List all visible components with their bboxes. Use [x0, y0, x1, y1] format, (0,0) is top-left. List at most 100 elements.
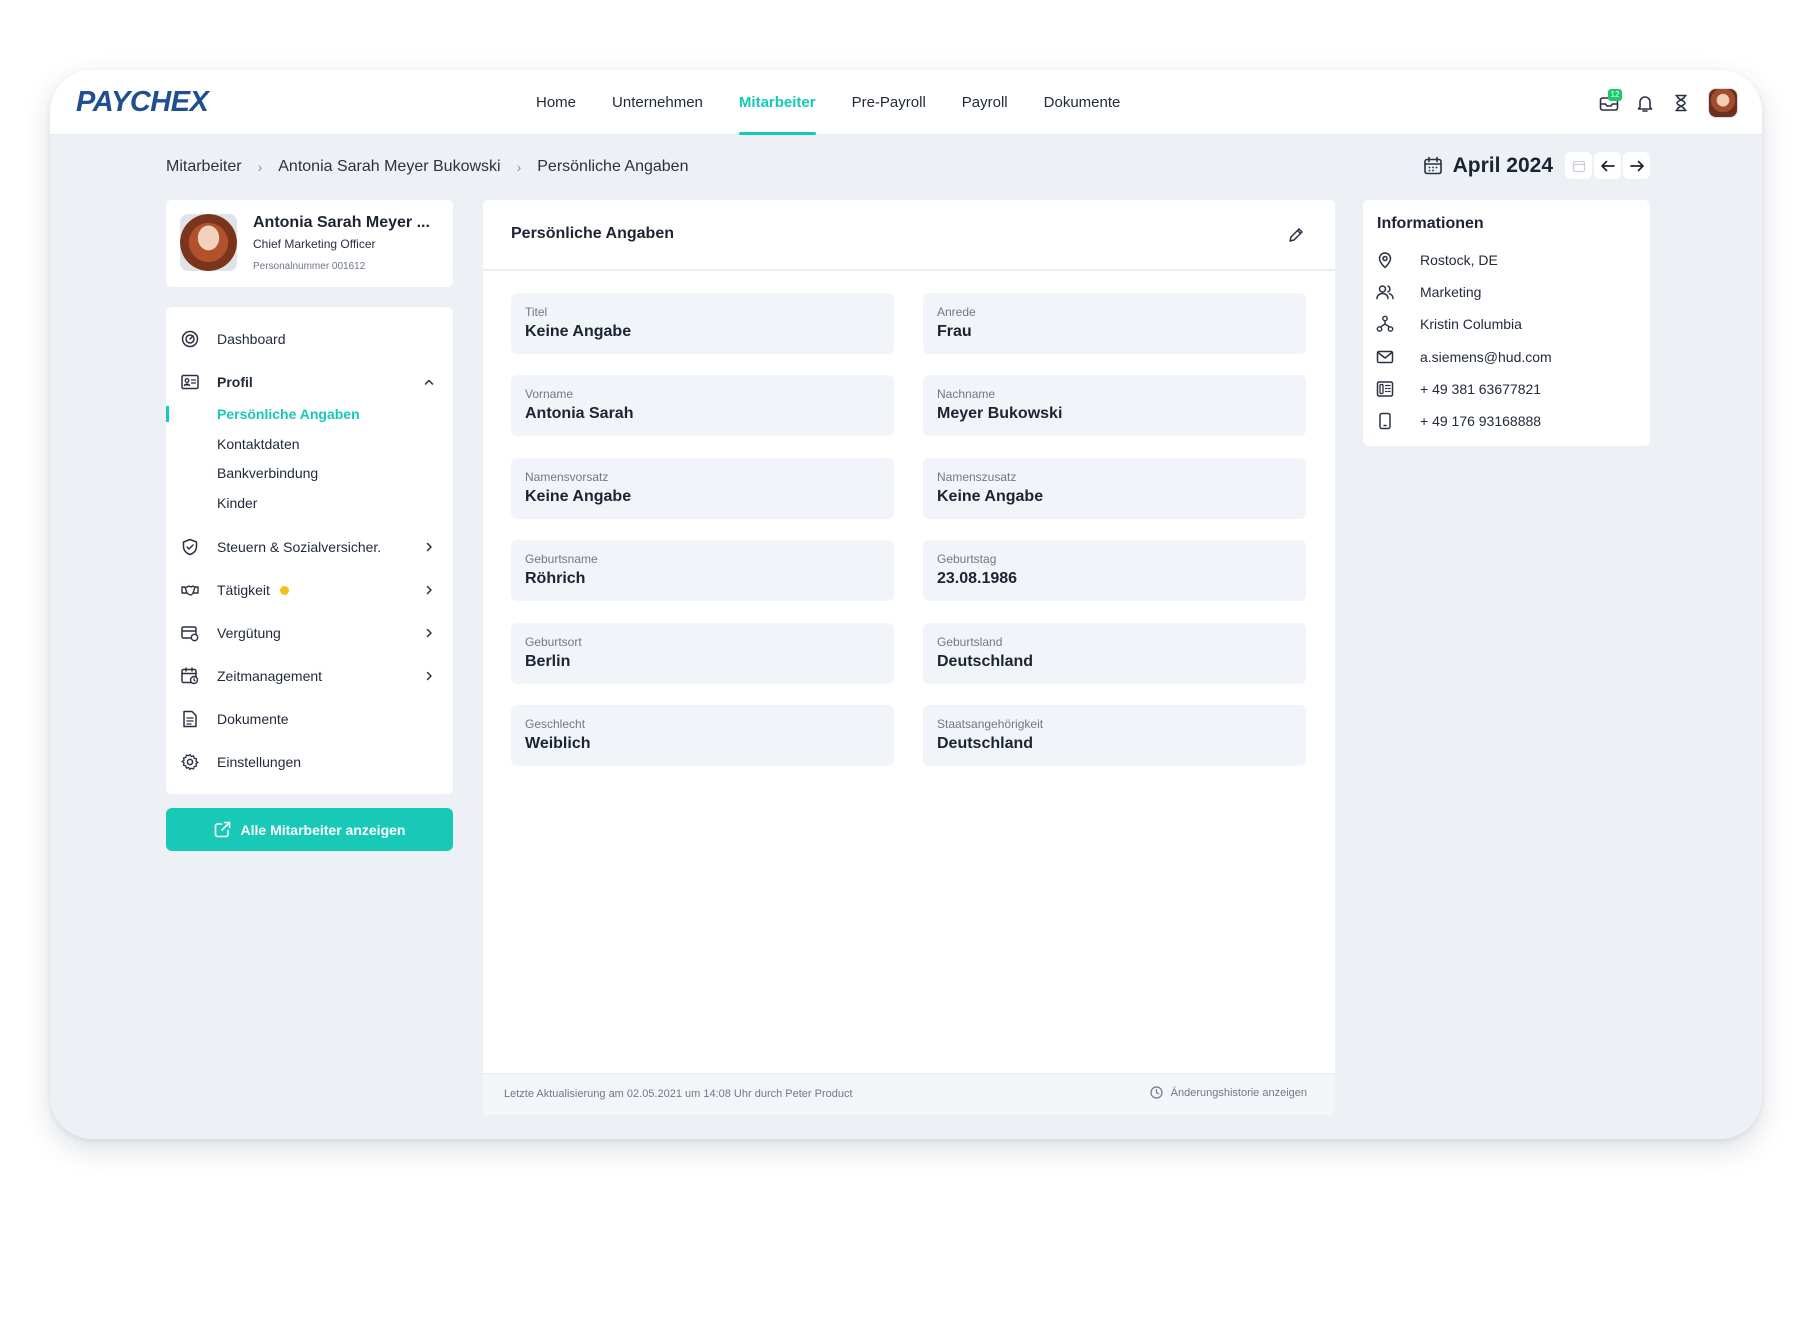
inbox-button[interactable]: 12 [1592, 86, 1626, 120]
field-label: Anrede [937, 305, 976, 319]
info-text: + 49 381 63677821 [1420, 381, 1542, 397]
inbox-badge: 12 [1608, 89, 1622, 101]
paychex-logo[interactable]: PAYCHEX [76, 86, 209, 119]
field-namenszusatz[interactable]: Namenszusatz Keine Angabe [923, 458, 1306, 519]
nav-home[interactable]: Home [536, 70, 576, 135]
bell-icon [1637, 95, 1653, 112]
info-row-email[interactable]: a.siemens@hud.com [1363, 345, 1650, 369]
edit-button[interactable] [1285, 224, 1307, 246]
field-label: Geschlecht [525, 717, 586, 731]
field-geburtsort[interactable]: Geburtsort Berlin [511, 623, 894, 684]
info-row-department: Marketing [1363, 280, 1650, 304]
sidebar-subitem-kontaktdaten[interactable]: Kontaktdaten [166, 432, 453, 456]
calendar-small-icon [1572, 160, 1585, 172]
period-next-button[interactable] [1623, 152, 1650, 179]
sidebar-item-steuern[interactable]: Steuern & Sozialversicher. [166, 531, 453, 563]
notifications-button[interactable] [1628, 86, 1662, 120]
sidebar-item-verguetung[interactable]: Vergütung [166, 617, 453, 649]
field-label: Namenszusatz [937, 470, 1017, 484]
info-row-phone[interactable]: + 49 381 63677821 [1363, 377, 1650, 401]
field-geschlecht[interactable]: Geschlecht Weiblich [511, 705, 894, 766]
sidebar-subitem-label: Kontaktdaten [217, 436, 300, 452]
sidebar-item-profil[interactable]: Profil [166, 366, 453, 398]
show-all-employees-button[interactable]: Alle Mitarbeiter anzeigen [166, 808, 453, 851]
period-calendar-button[interactable] [1565, 152, 1592, 179]
period-previous-button[interactable] [1594, 152, 1621, 179]
pencil-icon [1289, 228, 1303, 242]
mail-icon [1376, 350, 1394, 364]
field-vorname[interactable]: Vorname Antonia Sarah [511, 375, 894, 436]
employee-sidebar-menu: Dashboard Profil Persönliche Angaben Kon… [166, 307, 453, 794]
nav-payroll[interactable]: Payroll [962, 70, 1008, 135]
nav-dokumente[interactable]: Dokumente [1044, 70, 1121, 135]
period-selector: April 2024 [1423, 152, 1650, 179]
personal-details-card: Persönliche Angaben Titel Keine Angabe A… [483, 200, 1335, 1115]
info-row-mobile[interactable]: + 49 176 93168888 [1363, 409, 1650, 433]
field-value: Weiblich [525, 735, 591, 752]
payment-icon [181, 626, 199, 642]
field-label: Staatsangehörigkeit [937, 717, 1044, 731]
period-label: April 2024 [1452, 153, 1553, 177]
field-value: Keine Angabe [525, 323, 632, 340]
chevron-right-icon: › [516, 159, 522, 175]
user-avatar[interactable] [1708, 88, 1738, 118]
field-geburtsland[interactable]: Geburtsland Deutschland [923, 623, 1306, 684]
field-value: Antonia Sarah [525, 405, 634, 422]
field-label: Geburtstag [937, 552, 997, 566]
sidebar-item-label: Zeitmanagement [217, 668, 323, 684]
breadcrumb-mitarbeiter[interactable]: Mitarbeiter [166, 158, 242, 176]
change-history-link[interactable]: Änderungshistorie anzeigen [1150, 1086, 1307, 1099]
info-card: Informationen Rostock, DE Marketing Kris… [1363, 200, 1650, 446]
sidebar-item-dokumente[interactable]: Dokumente [166, 703, 453, 735]
sidebar-subitem-kinder[interactable]: Kinder [166, 491, 453, 515]
phone-icon [1376, 381, 1394, 397]
breadcrumb-employee[interactable]: Antonia Sarah Meyer Bukowski [278, 158, 500, 176]
field-geburtstag[interactable]: Geburtstag 23.08.1986 [923, 540, 1306, 601]
sidebar-item-zeitmanagement[interactable]: Zeitmanagement [166, 660, 453, 692]
calendar-icon [1423, 156, 1442, 174]
sidebar-item-taetigkeit[interactable]: Tätigkeit [166, 574, 453, 606]
pending-tasks-button[interactable] [1664, 86, 1698, 120]
sidebar-item-label: Einstellungen [217, 754, 302, 770]
sidebar-subitem-persoenliche-angaben[interactable]: Persönliche Angaben [166, 402, 453, 426]
sidebar-item-label: Profil [217, 374, 253, 390]
field-staatsangehoerigkeit[interactable]: Staatsangehörigkeit Deutschland [923, 705, 1306, 766]
breadcrumb-current: Persönliche Angaben [537, 158, 689, 175]
sidebar-subitem-label: Bankverbindung [217, 465, 319, 481]
chevron-right-icon [426, 671, 432, 681]
chevron-right-icon: › [257, 159, 263, 175]
top-actions: 12 [1590, 86, 1738, 120]
change-history-label: Änderungshistorie anzeigen [1170, 1086, 1307, 1099]
info-title: Informationen [1377, 215, 1484, 232]
field-label: Vorname [525, 387, 574, 401]
field-anrede[interactable]: Anrede Frau [923, 293, 1306, 354]
employee-personnel-number: Personalnummer 001612 [253, 261, 366, 272]
field-nachname[interactable]: Nachname Meyer Bukowski [923, 375, 1306, 436]
sidebar-item-label: Steuern & Sozialversicher. [217, 539, 382, 555]
nav-pre-payroll[interactable]: Pre-Payroll [852, 70, 926, 135]
field-label: Geburtsname [525, 552, 598, 566]
hourglass-icon [1675, 94, 1687, 112]
employee-role: Chief Marketing Officer [253, 237, 376, 251]
sidebar-item-einstellungen[interactable]: Einstellungen [166, 746, 453, 778]
external-link-icon [214, 821, 230, 838]
app-window: PAYCHEX Home Unternehmen Mitarbeiter Pre… [50, 70, 1762, 1139]
mobile-icon [1379, 412, 1391, 430]
field-value: Deutschland [937, 653, 1034, 670]
field-value: 23.08.1986 [937, 570, 1018, 587]
employee-photo [180, 214, 237, 271]
sidebar-item-dashboard[interactable]: Dashboard [166, 323, 453, 355]
last-update-text: Letzte Aktualisierung am 02.05.2021 um 1… [504, 1088, 853, 1100]
sidebar-subitem-bankverbindung[interactable]: Bankverbindung [166, 461, 453, 485]
nav-unternehmen[interactable]: Unternehmen [612, 70, 703, 135]
field-namensvorsatz[interactable]: Namensvorsatz Keine Angabe [511, 458, 894, 519]
field-label: Titel [525, 305, 548, 319]
field-value: Keine Angabe [525, 488, 632, 505]
field-label: Namensvorsatz [525, 470, 609, 484]
field-geburtsname[interactable]: Geburtsname Röhrich [511, 540, 894, 601]
field-titel[interactable]: Titel Keine Angabe [511, 293, 894, 354]
breadcrumb: Mitarbeiter › Antonia Sarah Meyer Bukows… [166, 156, 688, 178]
arrow-left-icon [1600, 160, 1615, 171]
field-label: Geburtsland [937, 635, 1003, 649]
nav-mitarbeiter[interactable]: Mitarbeiter [738, 70, 816, 135]
